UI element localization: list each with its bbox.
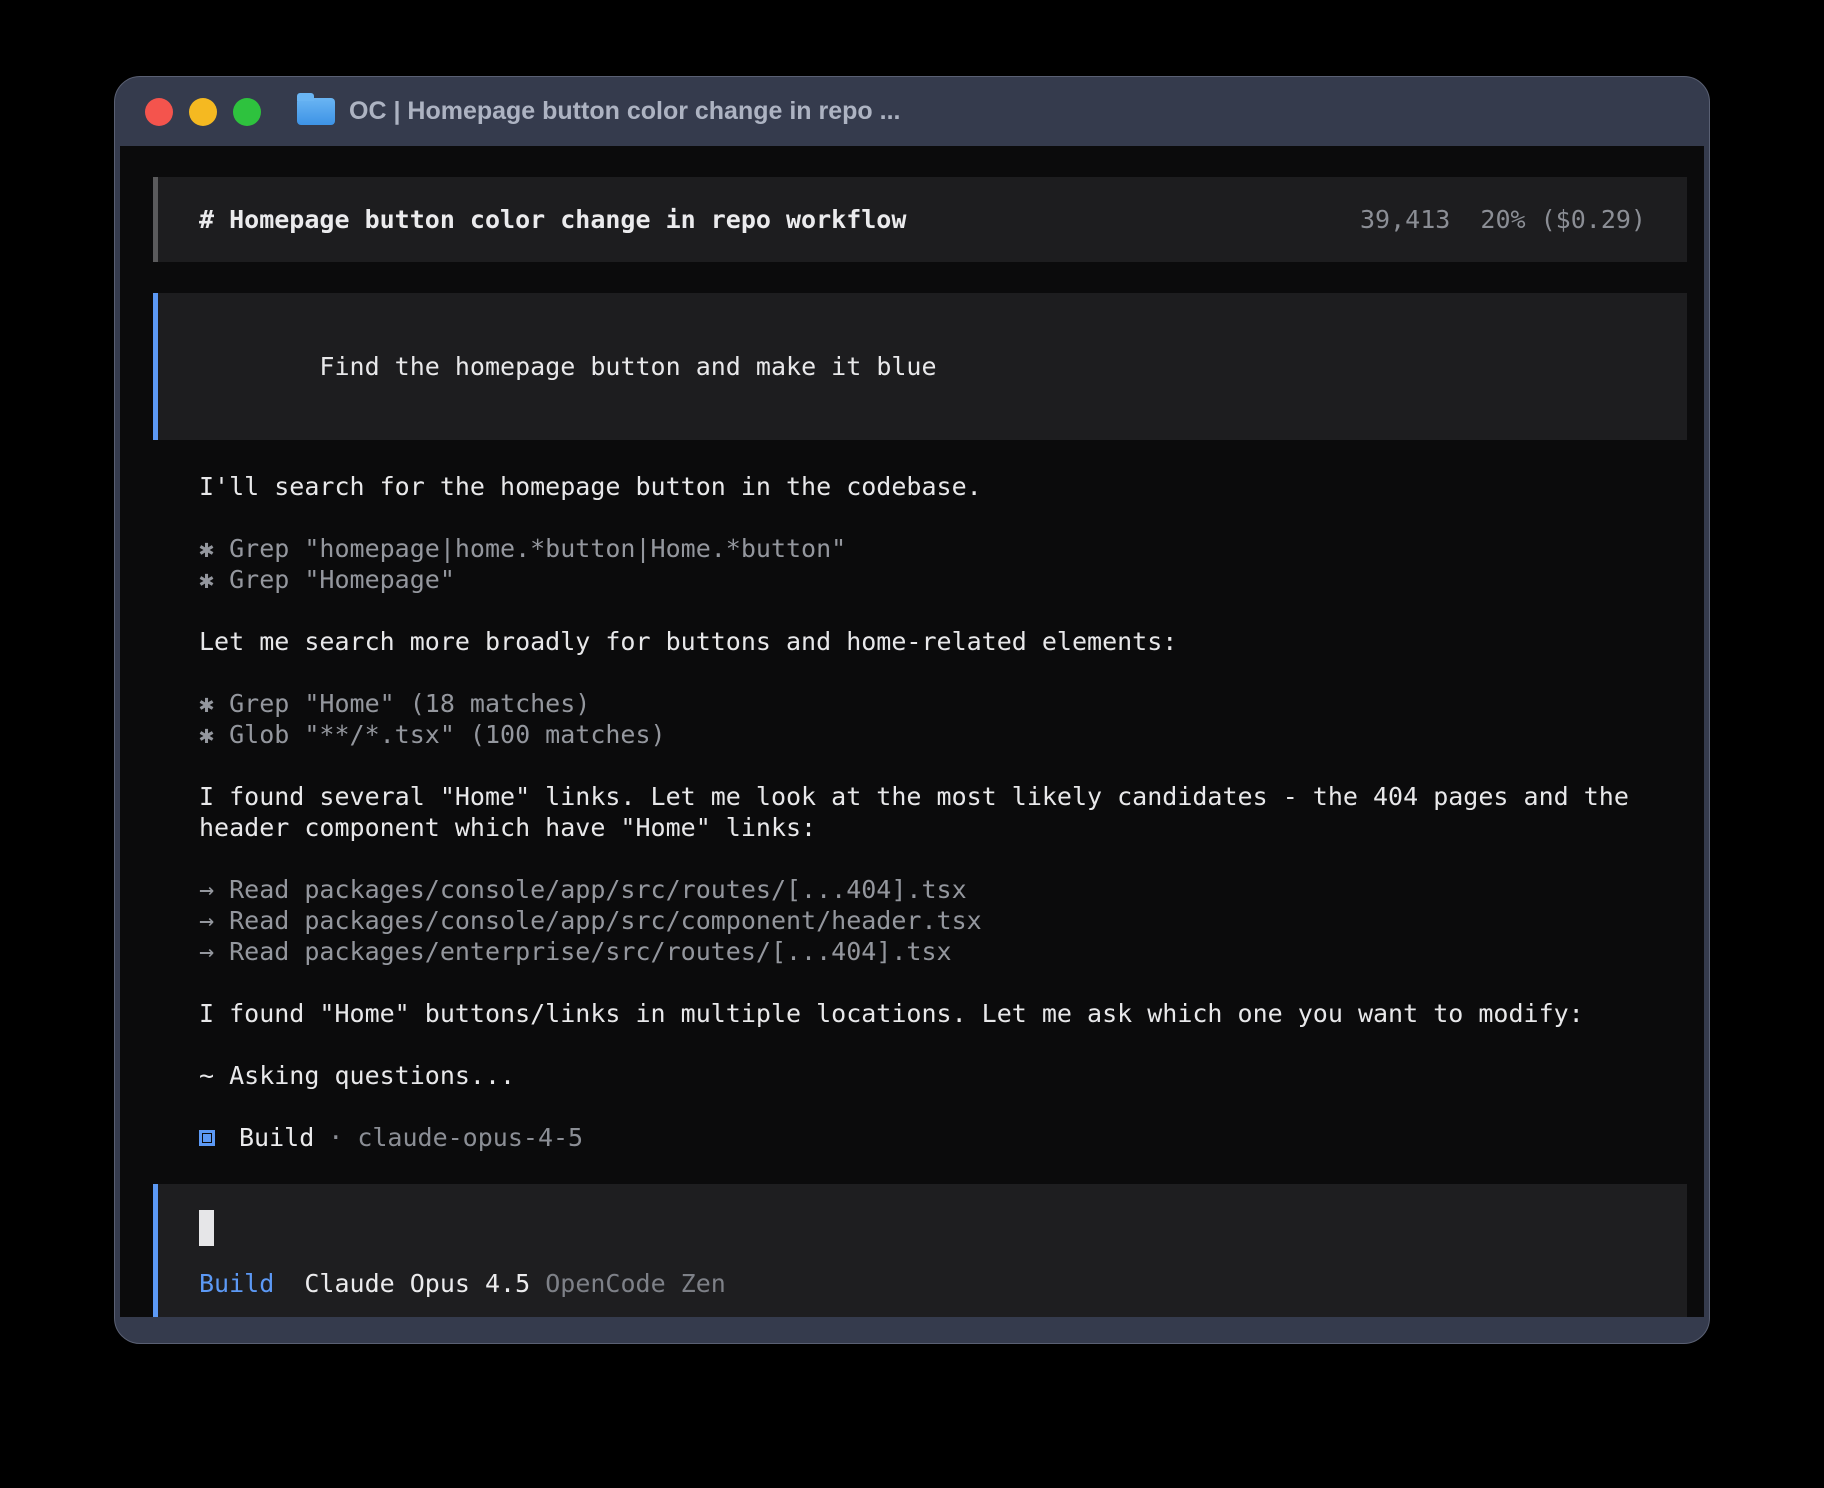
assistant-paragraph: I found "Home" buttons/links in multiple… [199, 998, 1687, 1029]
agent-name: Build [239, 1122, 314, 1153]
desktop: OC | Homepage button color change in rep… [0, 0, 1824, 1488]
session-stats: 39,413 20% ($0.29) [1360, 204, 1646, 235]
tool-call-line: ✱ Glob "**/*.tsx" (100 matches) [199, 719, 1687, 750]
assistant-text-line: header component which have "Home" links… [199, 812, 1687, 843]
model-label[interactable]: Claude Opus 4.5 [304, 1269, 530, 1298]
folder-icon [297, 98, 335, 125]
tool-call-group: → Read packages/console/app/src/routes/[… [199, 874, 1687, 967]
user-message: Find the homepage button and make it blu… [153, 293, 1687, 440]
close-button[interactable] [145, 98, 173, 126]
composer-meta: Build Claude Opus 4.5 OpenCode Zen [199, 1268, 1646, 1299]
session-title: # Homepage button color change in repo w… [199, 204, 906, 235]
mode-label[interactable]: Build [199, 1269, 274, 1298]
tool-call-group: ✱ Grep "homepage|home.*button|Home.*butt… [199, 533, 1687, 595]
assistant-paragraph: I found several "Home" links. Let me loo… [199, 781, 1687, 843]
agent-model-id: claude-opus-4-5 [357, 1122, 583, 1153]
agent-separator: · [328, 1122, 343, 1153]
titlebar: OC | Homepage button color change in rep… [115, 77, 1709, 146]
zoom-button[interactable] [233, 98, 261, 126]
assistant-text-line: I found "Home" buttons/links in multiple… [199, 998, 1687, 1029]
tool-call-line: ✱ Grep "Homepage" [199, 564, 1687, 595]
context-usage: 20% ($0.29) [1480, 205, 1646, 234]
prompt-input[interactable]: Build Claude Opus 4.5 OpenCode Zen [153, 1184, 1687, 1317]
assistant-text-line: I found several "Home" links. Let me loo… [199, 781, 1687, 812]
assistant-paragraph: Let me search more broadly for buttons a… [199, 626, 1687, 657]
tool-call-line: ✱ Grep "Home" (18 matches) [199, 688, 1687, 719]
tool-call-group: ✱ Grep "Home" (18 matches)✱ Glob "**/*.t… [199, 688, 1687, 750]
agent-status: Build · claude-opus-4-5 [199, 1122, 1687, 1153]
agent-build-icon [199, 1130, 215, 1146]
user-message-text: Find the homepage button and make it blu… [319, 352, 936, 381]
tool-call-line: → Read packages/console/app/src/routes/[… [199, 874, 1687, 905]
text-cursor [199, 1210, 214, 1246]
tool-call-line: → Read packages/enterprise/src/routes/[.… [199, 936, 1687, 967]
window-title: OC | Homepage button color change in rep… [349, 97, 900, 126]
assistant-paragraph: ~ Asking questions... [199, 1060, 1687, 1091]
transcript: I'll search for the homepage button in t… [199, 471, 1687, 1091]
assistant-text-line: I'll search for the homepage button in t… [199, 471, 1687, 502]
assistant-text-line: Let me search more broadly for buttons a… [199, 626, 1687, 657]
tool-call-line: → Read packages/console/app/src/componen… [199, 905, 1687, 936]
assistant-text-line: ~ Asking questions... [199, 1060, 1687, 1091]
terminal-content: # Homepage button color change in repo w… [120, 146, 1704, 1317]
token-count: 39,413 [1360, 205, 1450, 234]
tool-call-line: ✱ Grep "homepage|home.*button|Home.*butt… [199, 533, 1687, 564]
terminal-window: OC | Homepage button color change in rep… [114, 76, 1710, 1344]
assistant-paragraph: I'll search for the homepage button in t… [199, 471, 1687, 502]
minimize-button[interactable] [189, 98, 217, 126]
session-header: # Homepage button color change in repo w… [153, 177, 1687, 262]
traffic-lights [145, 98, 261, 126]
provider-label: OpenCode Zen [545, 1269, 726, 1298]
